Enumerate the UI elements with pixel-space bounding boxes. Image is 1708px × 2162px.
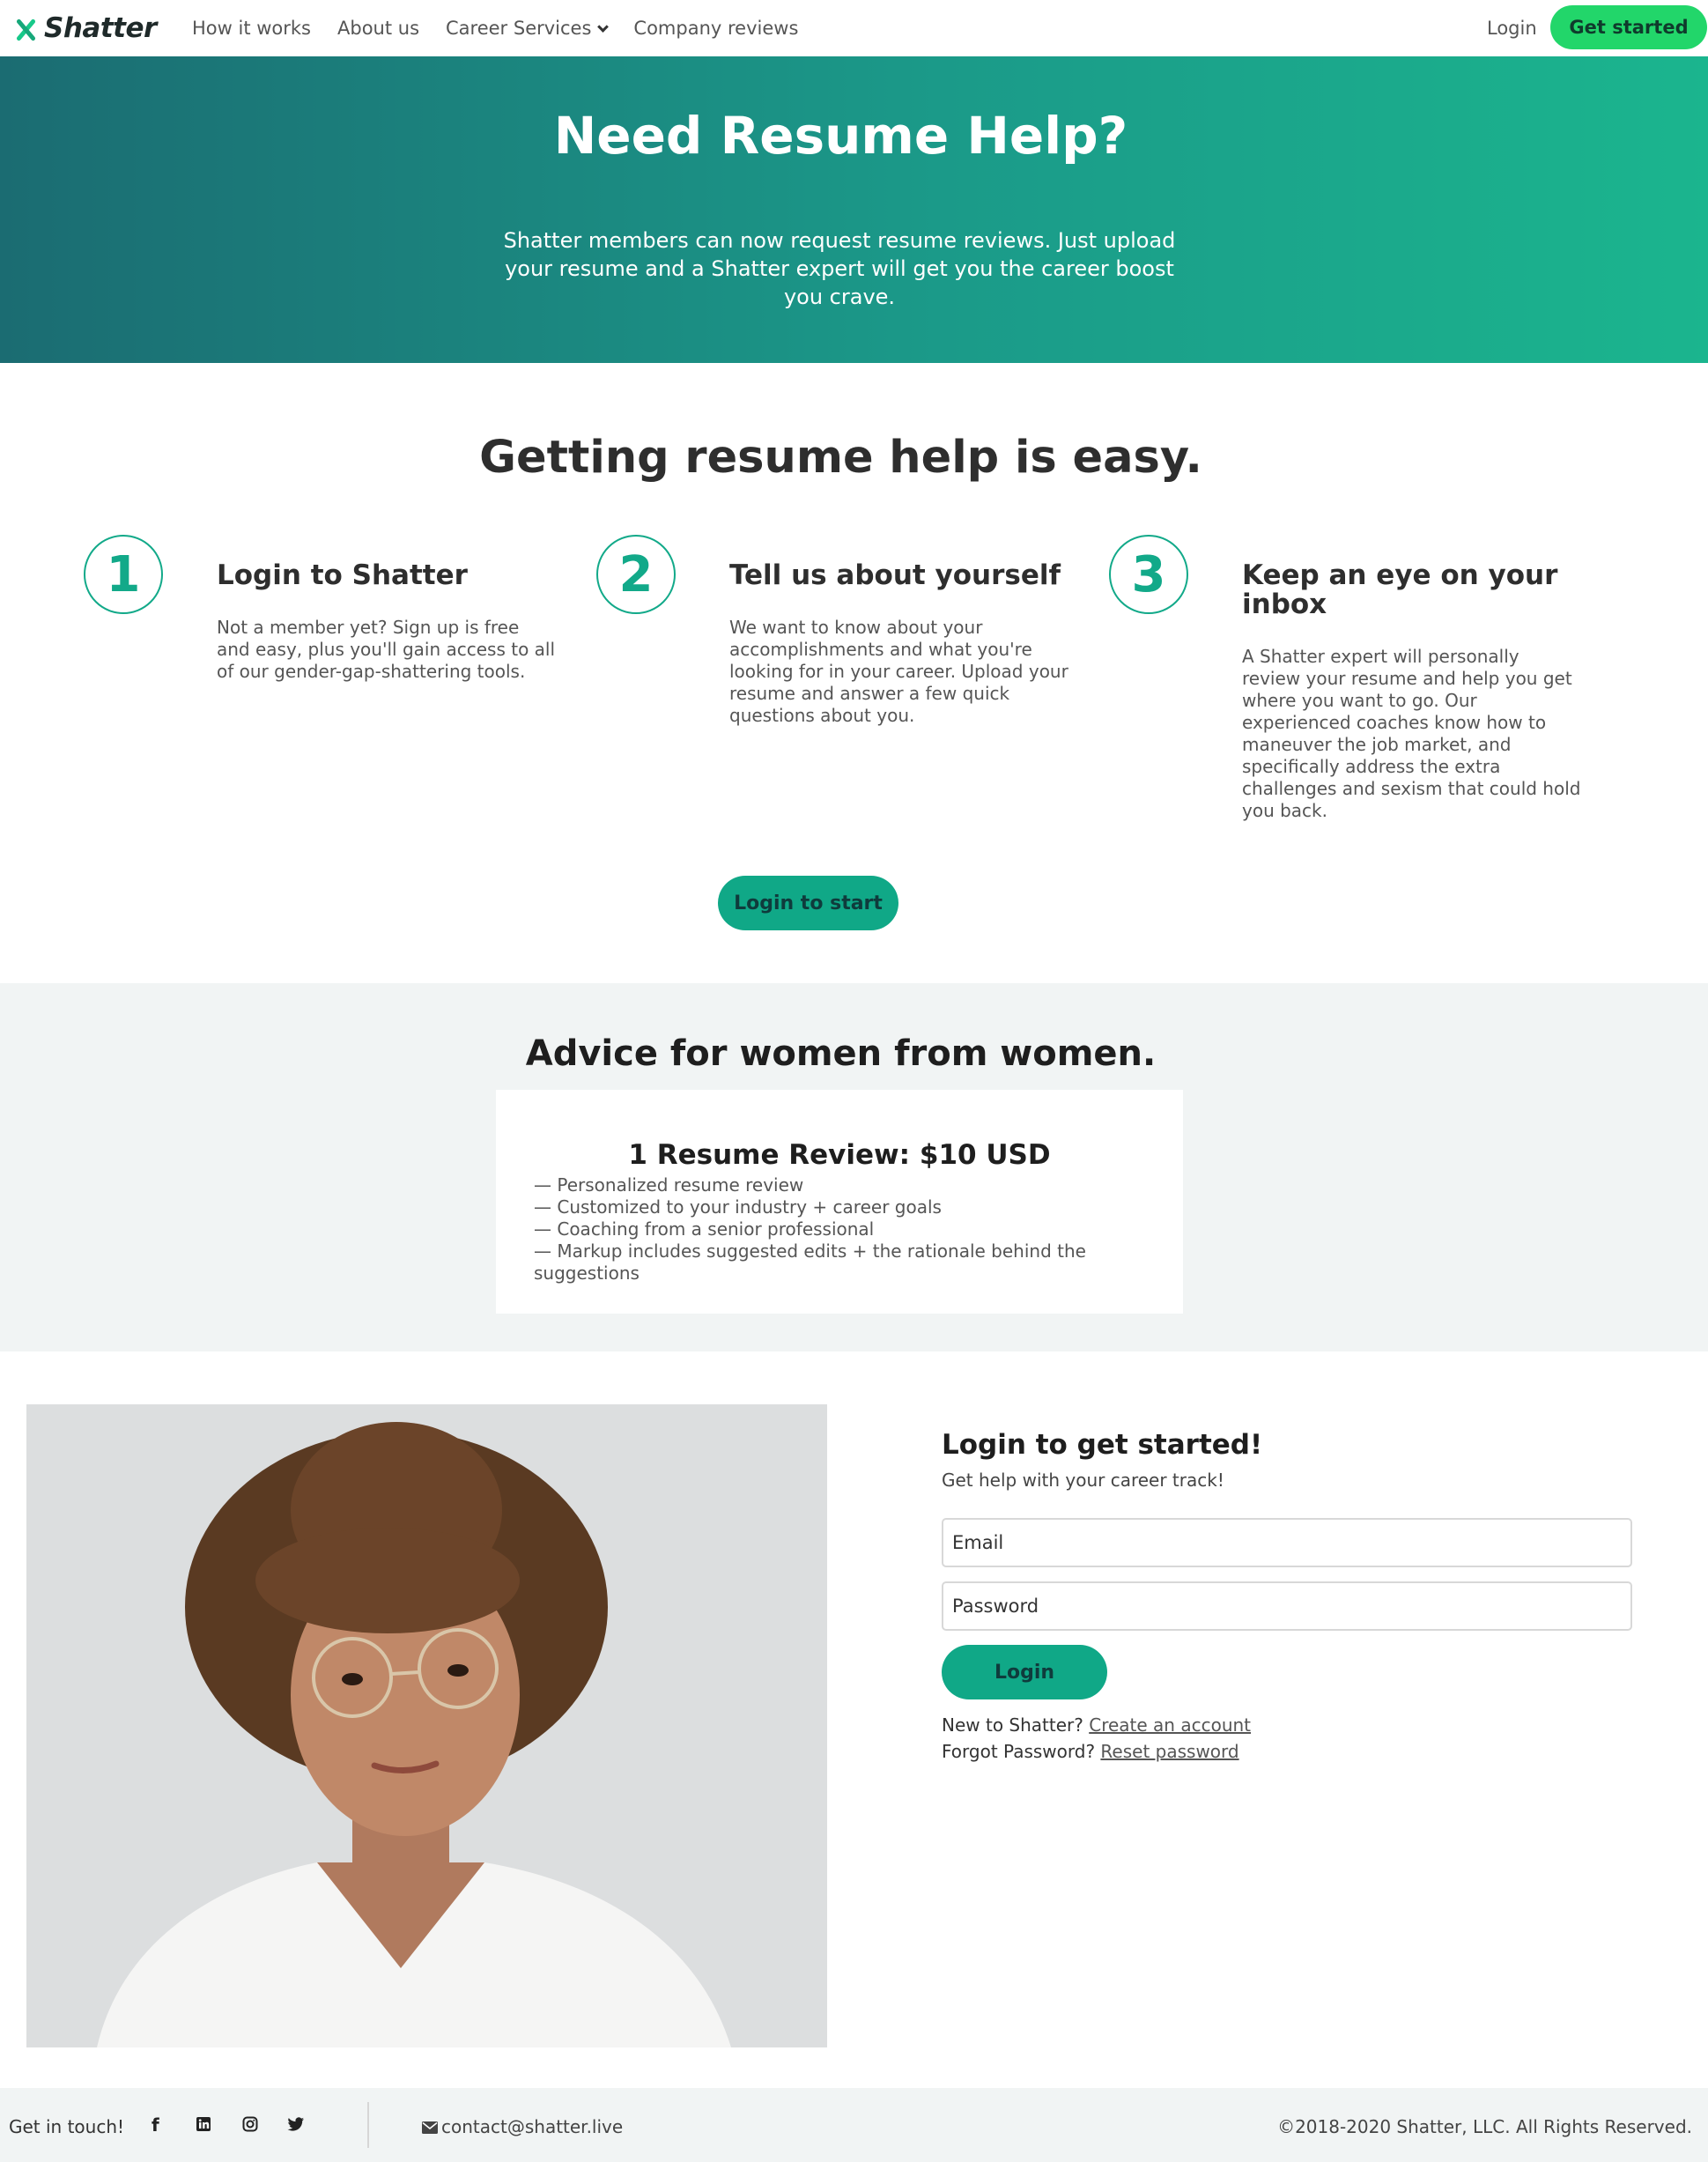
brand-name: Shatter: [44, 12, 157, 44]
contact-email-text: contact@shatter.live: [441, 2116, 624, 2137]
chevron-down-icon: [597, 21, 610, 33]
top-nav: Shatter How it works About us Career Ser…: [0, 0, 1708, 56]
login-to-start-button[interactable]: Login to start: [718, 876, 898, 930]
feature-item: — Markup includes suggested edits + the …: [534, 1240, 1086, 1284]
pricing-title: 1 Resume Review: $10 USD: [628, 1139, 1051, 1171]
nav-link-company-reviews[interactable]: Company reviews: [633, 18, 798, 39]
copyright: ©2018-2020 Shatter, LLC. All Rights Rese…: [1277, 2116, 1692, 2137]
shatter-logo-icon: [16, 15, 35, 41]
step-1-number: 1: [84, 535, 163, 614]
nav-links: How it works About us Career Services Co…: [192, 18, 824, 39]
login-subtitle: Get help with your career track!: [942, 1470, 1224, 1491]
step-1-body: Not a member yet? Sign up is free and ea…: [217, 617, 556, 682]
advice-title: Advice for women from women.: [525, 1033, 1157, 1074]
steps-title: Getting resume help is easy.: [479, 432, 1202, 484]
step-1-title: Login to Shatter: [217, 559, 468, 591]
nav-login-link[interactable]: Login: [1487, 18, 1537, 39]
step-2-number: 2: [596, 535, 676, 614]
twitter-icon[interactable]: [287, 2115, 305, 2136]
login-button[interactable]: Login: [942, 1645, 1107, 1699]
hero-subtitle: Shatter members can now request resume r…: [503, 228, 1176, 309]
linkedin-icon[interactable]: [196, 2115, 211, 2136]
create-account-link[interactable]: Create an account: [1089, 1714, 1251, 1736]
forgot-password-text: Forgot Password?: [942, 1741, 1096, 1762]
hero-title: Need Resume Help?: [553, 106, 1128, 166]
get-started-button[interactable]: Get started: [1550, 5, 1707, 49]
step-2-body: We want to know about your accomplishmen…: [729, 617, 1068, 726]
feature-list: — Personalized resume review — Customize…: [534, 1174, 1133, 1285]
reset-password-link[interactable]: Reset password: [1100, 1741, 1238, 1762]
woman-portrait-photo: [26, 1404, 827, 2047]
nav-link-career-services[interactable]: Career Services: [446, 18, 610, 39]
email-field[interactable]: [942, 1518, 1632, 1567]
brand-logo[interactable]: Shatter: [16, 12, 157, 44]
hero-banner: Need Resume Help? Shatter members can no…: [0, 56, 1708, 363]
footer-divider: [367, 2102, 369, 2148]
login-title: Login to get started!: [942, 1429, 1263, 1461]
contact-email[interactable]: contact@shatter.live: [422, 2116, 623, 2137]
pricing-card: 1 Resume Review: $10 USD — Personalized …: [496, 1090, 1183, 1314]
step-3-title: Keep an eye on your inbox: [1242, 559, 1558, 620]
signup-prompt: New to Shatter? Create an account: [942, 1714, 1251, 1736]
instagram-icon[interactable]: [242, 2115, 258, 2136]
feature-item: — Coaching from a senior professional: [534, 1218, 875, 1240]
envelope-icon: [422, 2121, 438, 2134]
signup-prompt-text: New to Shatter?: [942, 1714, 1083, 1736]
advice-section: Advice for women from women. 1 Resume Re…: [0, 983, 1708, 1351]
nav-link-how-it-works[interactable]: How it works: [192, 18, 311, 39]
footer: Get in touch! f contact@shatter.live ©20…: [0, 2088, 1708, 2162]
feature-item: — Customized to your industry + career g…: [534, 1196, 942, 1218]
feature-item: — Personalized resume review: [534, 1174, 804, 1196]
step-2-title: Tell us about yourself: [729, 559, 1061, 591]
facebook-icon[interactable]: f: [152, 2114, 159, 2136]
get-in-touch-label: Get in touch!: [9, 2116, 125, 2137]
step-3-number: 3: [1109, 535, 1188, 614]
nav-link-about-us[interactable]: About us: [337, 18, 419, 39]
password-field[interactable]: [942, 1581, 1632, 1631]
forgot-password-prompt: Forgot Password? Reset password: [942, 1741, 1239, 1762]
step-3-body: A Shatter expert will personally review …: [1242, 646, 1581, 821]
career-services-label: Career Services: [446, 18, 592, 39]
